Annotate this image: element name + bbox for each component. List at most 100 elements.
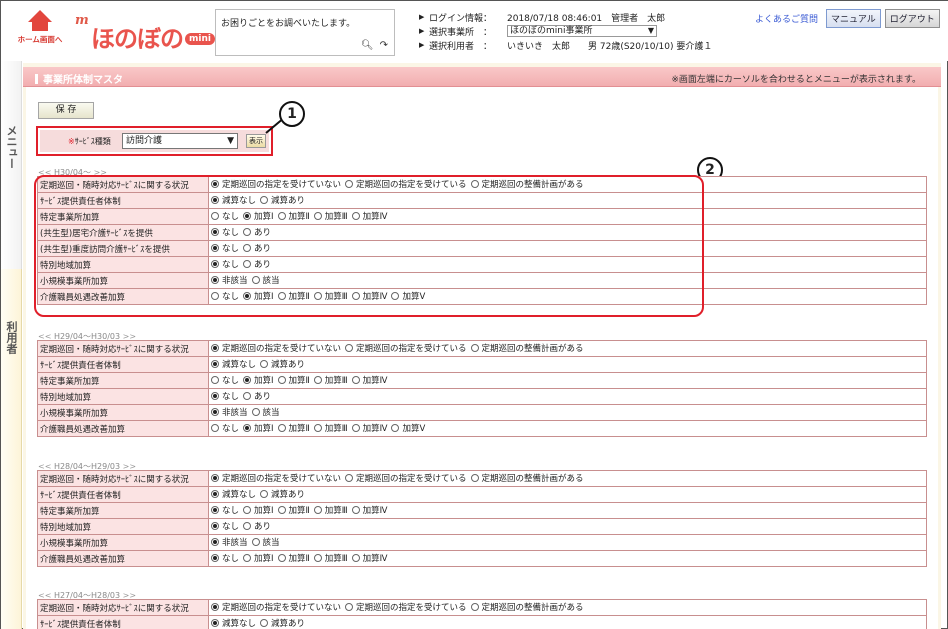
redo-arrow-icon[interactable]: ↷: [380, 40, 388, 51]
radio-option[interactable]: 定期巡回の指定を受けていない: [211, 472, 341, 484]
radio-button[interactable]: [251, 408, 260, 416]
radio-button[interactable]: [243, 376, 252, 384]
radio-option[interactable]: 定期巡回の整備計画がある: [470, 472, 584, 484]
radio-button[interactable]: [211, 424, 219, 432]
radio-option[interactable]: 減算なし: [211, 358, 256, 370]
radio-option[interactable]: 加算Ⅳ: [351, 374, 387, 386]
radio-option[interactable]: 加算Ⅳ: [351, 552, 387, 564]
home-button[interactable]: ホーム画面へ: [15, 10, 65, 50]
radio-option[interactable]: なし: [211, 422, 239, 434]
radio-button[interactable]: [243, 424, 252, 432]
radio-button[interactable]: [351, 554, 360, 562]
radio-button[interactable]: [313, 554, 322, 562]
radio-option[interactable]: 加算Ⅴ: [391, 422, 425, 434]
radio-option[interactable]: 定期巡回の指定を受けている: [345, 472, 467, 484]
radio-button[interactable]: [243, 506, 252, 514]
radio-button[interactable]: [211, 554, 219, 562]
radio-button[interactable]: [211, 522, 219, 530]
service-type-select[interactable]: 訪問介護 ▼: [122, 133, 238, 149]
radio-button[interactable]: [313, 376, 322, 384]
radio-option[interactable]: 加算Ⅱ: [277, 552, 310, 564]
radio-option[interactable]: 加算Ⅰ: [243, 552, 274, 564]
radio-option[interactable]: 定期巡回の指定を受けていない: [211, 342, 341, 354]
radio-option[interactable]: あり: [243, 520, 271, 532]
radio-button[interactable]: [345, 603, 354, 611]
radio-option[interactable]: 定期巡回の整備計画がある: [470, 601, 584, 613]
radio-button[interactable]: [211, 344, 219, 352]
radio-button[interactable]: [243, 522, 252, 530]
radio-option[interactable]: 加算Ⅲ: [313, 374, 348, 386]
radio-option[interactable]: 加算Ⅲ: [313, 422, 348, 434]
search-icon[interactable]: 🔍︎: [361, 40, 374, 51]
radio-button[interactable]: [211, 392, 219, 400]
radio-button[interactable]: [243, 554, 252, 562]
radio-button[interactable]: [470, 474, 479, 482]
radio-option[interactable]: 加算Ⅳ: [351, 422, 387, 434]
radio-option[interactable]: 非該当: [211, 406, 248, 418]
radio-option[interactable]: 該当: [251, 406, 280, 418]
radio-option[interactable]: 減算あり: [260, 488, 305, 500]
office-select[interactable]: ほのぼのmini事業所 ▼: [507, 25, 657, 37]
radio-button[interactable]: [277, 554, 286, 562]
radio-button[interactable]: [260, 360, 269, 368]
radio-option[interactable]: 定期巡回の整備計画がある: [470, 342, 584, 354]
radio-option[interactable]: 加算Ⅰ: [243, 422, 274, 434]
faq-link[interactable]: よくあるご質問: [755, 12, 818, 25]
radio-button[interactable]: [211, 490, 219, 498]
side-menu-tab[interactable]: メニュー: [1, 61, 22, 269]
radio-option[interactable]: 減算あり: [260, 358, 305, 370]
radio-option[interactable]: 加算Ⅲ: [313, 552, 348, 564]
radio-button[interactable]: [351, 424, 360, 432]
radio-option[interactable]: 加算Ⅲ: [313, 504, 348, 516]
radio-button[interactable]: [470, 603, 479, 611]
radio-option[interactable]: 減算あり: [260, 617, 305, 629]
radio-option[interactable]: 減算なし: [211, 617, 256, 629]
radio-option[interactable]: なし: [211, 390, 239, 402]
radio-button[interactable]: [211, 506, 219, 514]
radio-button[interactable]: [351, 376, 360, 384]
radio-option[interactable]: なし: [211, 504, 239, 516]
radio-button[interactable]: [243, 392, 252, 400]
radio-option[interactable]: あり: [243, 390, 271, 402]
radio-option[interactable]: 加算Ⅱ: [277, 422, 310, 434]
radio-option[interactable]: 加算Ⅰ: [243, 504, 274, 516]
radio-button[interactable]: [351, 506, 360, 514]
radio-option[interactable]: なし: [211, 520, 239, 532]
radio-option[interactable]: 加算Ⅱ: [277, 504, 310, 516]
radio-button[interactable]: [313, 424, 322, 432]
radio-button[interactable]: [211, 376, 219, 384]
radio-option[interactable]: 定期巡回の指定を受けていない: [211, 601, 341, 613]
radio-option[interactable]: 定期巡回の指定を受けている: [345, 601, 467, 613]
radio-button[interactable]: [260, 619, 269, 627]
radio-button[interactable]: [211, 619, 219, 627]
radio-option[interactable]: 加算Ⅱ: [277, 374, 310, 386]
radio-button[interactable]: [211, 538, 219, 546]
radio-option[interactable]: 定期巡回の指定を受けている: [345, 342, 467, 354]
radio-button[interactable]: [251, 538, 260, 546]
logout-button[interactable]: ログアウト: [884, 9, 940, 28]
radio-button[interactable]: [277, 424, 286, 432]
radio-button[interactable]: [211, 603, 219, 611]
radio-option[interactable]: 減算なし: [211, 488, 256, 500]
radio-button[interactable]: [211, 408, 219, 416]
radio-button[interactable]: [277, 506, 286, 514]
radio-option[interactable]: なし: [211, 374, 239, 386]
radio-button[interactable]: [391, 424, 400, 432]
radio-button[interactable]: [211, 474, 219, 482]
radio-option[interactable]: 加算Ⅰ: [243, 374, 274, 386]
radio-option[interactable]: なし: [211, 552, 239, 564]
show-button[interactable]: 表示: [246, 134, 266, 148]
radio-button[interactable]: [211, 360, 219, 368]
side-user-tab[interactable]: 利用者: [1, 269, 22, 629]
radio-button[interactable]: [345, 344, 354, 352]
help-search-box[interactable]: お困りごとをお調べいたします。 🔍︎ ↷: [215, 9, 395, 56]
radio-button[interactable]: [313, 506, 322, 514]
manual-button[interactable]: マニュアル: [826, 9, 881, 28]
save-button[interactable]: 保 存: [38, 102, 94, 119]
radio-button[interactable]: [277, 376, 286, 384]
radio-button[interactable]: [260, 490, 269, 498]
radio-button[interactable]: [345, 474, 354, 482]
radio-option[interactable]: 該当: [251, 536, 280, 548]
radio-button[interactable]: [470, 344, 479, 352]
radio-option[interactable]: 非該当: [211, 536, 248, 548]
